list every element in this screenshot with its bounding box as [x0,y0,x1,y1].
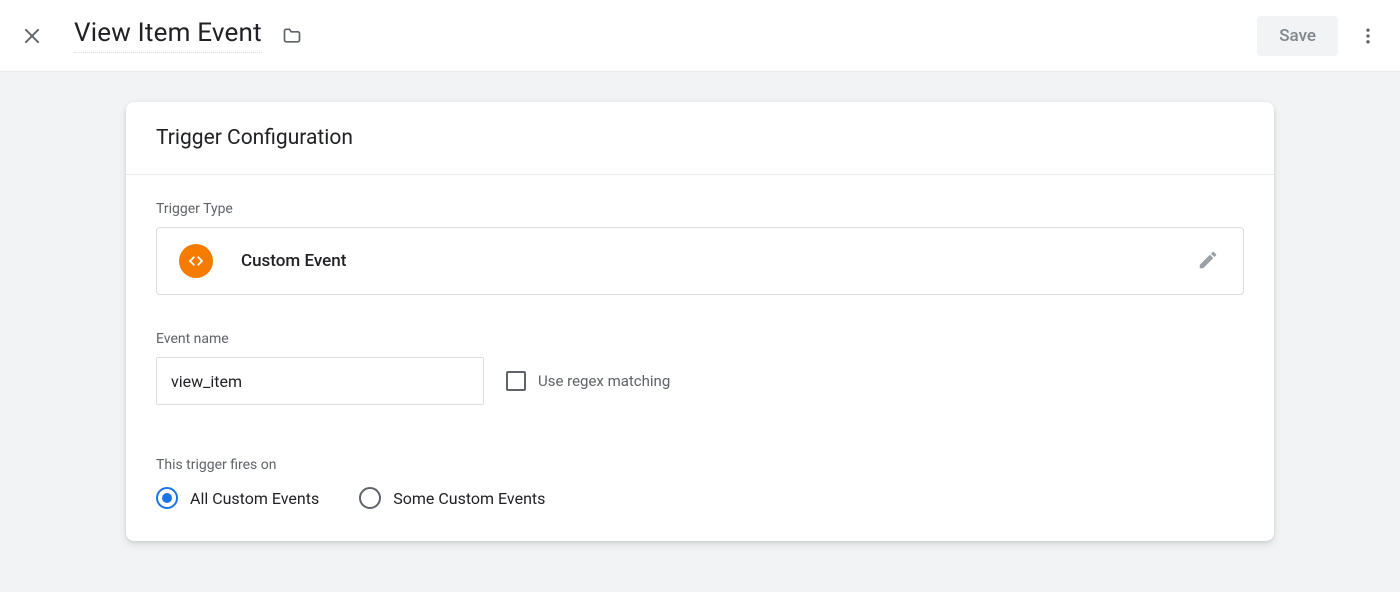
body-area: Trigger Configuration Trigger Type Custo… [0,72,1400,592]
radio-button-selected [156,487,178,509]
radio-all-custom-events[interactable]: All Custom Events [156,487,319,509]
save-button[interactable]: Save [1257,16,1338,56]
event-name-label: Event name [156,331,1244,347]
regex-checkbox[interactable] [506,371,526,391]
regex-checkbox-wrap[interactable]: Use regex matching [506,371,670,391]
trigger-type-value: Custom Event [241,251,1197,271]
kebab-menu-icon[interactable] [1356,24,1380,48]
radio-some-custom-events[interactable]: Some Custom Events [359,487,545,509]
trigger-type-selector[interactable]: Custom Event [156,227,1244,295]
pencil-icon[interactable] [1197,249,1221,273]
event-name-input[interactable] [156,357,484,405]
card-body: Trigger Type Custom Event Event name [126,175,1274,541]
fires-on-label: This trigger fires on [156,457,1244,473]
page-title[interactable]: View Item Event [74,18,262,53]
fires-on-radio-group: All Custom Events Some Custom Events [156,487,1244,509]
folder-icon[interactable] [280,24,304,48]
card-title: Trigger Configuration [126,102,1274,175]
header-bar: View Item Event Save [0,0,1400,72]
radio-all-label: All Custom Events [190,489,319,508]
event-name-row: Use regex matching [156,357,1244,405]
trigger-config-card: Trigger Configuration Trigger Type Custo… [126,102,1274,541]
radio-some-label: Some Custom Events [393,489,545,508]
radio-button-unselected [359,487,381,509]
code-icon [179,244,213,278]
regex-checkbox-label: Use regex matching [538,372,670,390]
close-icon[interactable] [20,24,44,48]
trigger-type-label: Trigger Type [156,201,1244,217]
